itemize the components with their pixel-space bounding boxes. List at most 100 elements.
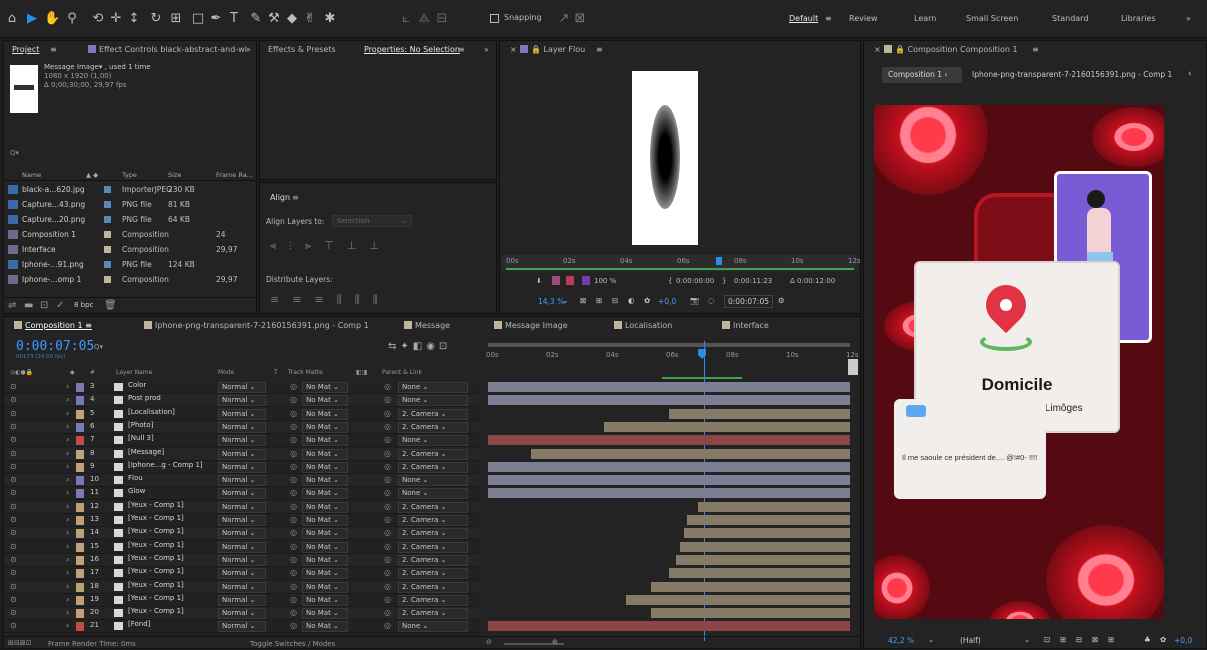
layer-name[interactable]: [Yeux - Comp 1] bbox=[128, 541, 214, 549]
project-menu-icon[interactable]: ≡ bbox=[50, 41, 57, 59]
table-row[interactable]: ⊙ › 21 [Fond] Normal ⌄ ◎ No Mat ⌄ ◎ None ⌄ bbox=[4, 620, 482, 634]
track-matte-select[interactable]: No Mat ⌄ bbox=[302, 475, 348, 487]
visibility-icon[interactable]: ⊙ bbox=[10, 568, 17, 577]
table-row[interactable]: ⊙ › 16 [Yeux - Comp 1] Normal ⌄ ◎ No Mat ⌄ ◎ 2. … bbox=[4, 553, 482, 567]
label-color-icon[interactable] bbox=[76, 502, 84, 512]
mode-select[interactable]: Normal ⌄ bbox=[218, 382, 266, 393]
expand-arrow-icon[interactable]: › bbox=[66, 515, 69, 524]
comp-viewer-close[interactable]: × bbox=[874, 41, 881, 59]
pickwhip-icon[interactable]: ◎ bbox=[384, 462, 391, 471]
track-matte-select[interactable]: No Mat ⌄ bbox=[302, 554, 348, 566]
eraser-tool-icon[interactable]: ◆ bbox=[284, 11, 300, 27]
workspace-libraries[interactable]: Libraries bbox=[1121, 14, 1156, 23]
track-matte-select[interactable]: No Mat ⌄ bbox=[302, 621, 348, 633]
visibility-icon[interactable]: ⊙ bbox=[10, 515, 17, 524]
hand-tool-icon[interactable]: ✋ bbox=[44, 11, 60, 27]
expand-arrow-icon[interactable]: › bbox=[66, 488, 69, 497]
comp-zoom-dropdown-icon[interactable]: ⌄ bbox=[928, 635, 934, 644]
track-matte-select[interactable]: No Mat ⌄ bbox=[302, 608, 348, 620]
grid-icon[interactable]: ⊞ bbox=[596, 296, 602, 305]
timeline-ruler-area[interactable]: 00s 02s 04s 06s 08s 10s 12s bbox=[484, 339, 862, 379]
show-snapshot-icon[interactable]: ◌ bbox=[708, 296, 715, 305]
breadcrumb-back-icon[interactable]: ‹ bbox=[1188, 69, 1192, 79]
expand-arrow-icon[interactable]: › bbox=[66, 555, 69, 564]
expand-arrow-icon[interactable]: › bbox=[66, 395, 69, 404]
table-row[interactable]: ⊙ › 12 [Yeux - Comp 1] Normal ⌄ ◎ No Mat ⌄ ◎ 2. … bbox=[4, 500, 482, 514]
pickwhip-icon[interactable]: ◎ bbox=[384, 621, 391, 630]
visibility-icon[interactable]: ⊙ bbox=[10, 395, 17, 404]
visibility-icon[interactable]: ⊙ bbox=[10, 621, 17, 630]
grid-guides-icon[interactable]: ⊞ bbox=[1108, 635, 1114, 644]
pickwhip-icon[interactable]: ◎ bbox=[384, 435, 391, 444]
expand-arrow-icon[interactable]: › bbox=[66, 542, 69, 551]
parent-select[interactable]: 2. Camera ⌄ bbox=[398, 608, 468, 620]
label-color-icon[interactable] bbox=[76, 529, 84, 539]
table-row[interactable]: ⊙ › 19 [Yeux - Comp 1] Normal ⌄ ◎ No Mat ⌄ ◎ 2. … bbox=[4, 593, 482, 607]
mode-select[interactable]: Normal ⌄ bbox=[218, 621, 266, 633]
layer-name[interactable]: [Yeux - Comp 1] bbox=[128, 514, 214, 522]
workspace-standard[interactable]: Standard bbox=[1052, 14, 1088, 23]
exposure-value[interactable]: +0,0 bbox=[658, 297, 676, 306]
tab-menu-icon[interactable]: ≡ bbox=[83, 321, 92, 330]
layer-name[interactable]: [Yeux - Comp 1] bbox=[128, 501, 214, 509]
track-matte-select[interactable]: No Mat ⌄ bbox=[302, 515, 348, 526]
table-row[interactable]: ⊙ › 17 [Yeux - Comp 1] Normal ⌄ ◎ No Mat ⌄ ◎ 2. … bbox=[4, 567, 482, 581]
mode-select[interactable]: Normal ⌄ bbox=[218, 421, 266, 433]
layer-duration-bar[interactable] bbox=[488, 475, 850, 486]
list-item[interactable]: Capture...20.png PNG file 64 KB bbox=[4, 213, 256, 226]
track-matte-select[interactable]: No Mat ⌄ bbox=[302, 435, 348, 447]
layer-playhead[interactable] bbox=[716, 257, 722, 265]
label-color-icon[interactable] bbox=[76, 436, 84, 446]
comp-exposure[interactable]: +0,0 bbox=[1174, 636, 1192, 645]
zoom-in-icon[interactable]: ⊕ bbox=[552, 638, 558, 646]
col-type[interactable]: Type bbox=[122, 171, 137, 179]
label-color-icon[interactable] bbox=[76, 516, 84, 525]
col-mode[interactable]: Mode bbox=[218, 369, 234, 376]
label-color-icon[interactable] bbox=[76, 462, 84, 472]
align-to-select[interactable]: Selection ⌄ bbox=[332, 215, 412, 227]
tab-properties[interactable]: Properties: No Selection bbox=[364, 41, 460, 59]
view-axis-icon[interactable]: ⊟ bbox=[434, 11, 450, 27]
layer-name[interactable]: Post prod bbox=[128, 394, 214, 402]
pickwhip-icon[interactable]: ◎ bbox=[384, 395, 391, 404]
pickwhip-icon[interactable]: ◎ bbox=[384, 422, 391, 431]
track-matte-select[interactable]: No Mat ⌄ bbox=[302, 488, 348, 500]
visibility-icon[interactable]: ⊙ bbox=[10, 409, 17, 418]
pen-icon[interactable]: ✓ bbox=[56, 300, 64, 311]
comp-menu-icon[interactable]: ≡ bbox=[1032, 41, 1039, 59]
list-item[interactable]: Interface Composition 29,97 bbox=[4, 243, 256, 256]
anchor-tool-icon[interactable]: ⊞ bbox=[168, 11, 184, 27]
track-matte-select[interactable]: No Mat ⌄ bbox=[302, 395, 348, 407]
channel-icon[interactable] bbox=[582, 276, 590, 285]
parent-select[interactable]: 2. Camera ⌄ bbox=[398, 541, 468, 553]
col-size[interactable]: Size bbox=[168, 171, 181, 179]
visibility-icon[interactable]: ⊙ bbox=[10, 542, 17, 551]
layer-name[interactable]: [Iphone...g - Comp 1] bbox=[128, 461, 214, 469]
pickwhip-icon[interactable]: ◎ bbox=[384, 488, 391, 497]
tab-project[interactable]: Project bbox=[12, 41, 39, 59]
parent-select[interactable]: 2. Camera ⌄ bbox=[398, 515, 468, 526]
label-color-icon[interactable] bbox=[76, 422, 84, 432]
exposure-reset-icon[interactable]: ✿ bbox=[644, 296, 650, 305]
timeline-tab[interactable]: Iphone-png-transparent-7-2160156391.png … bbox=[144, 317, 369, 335]
align-buttons[interactable]: ⫷⫶⫸⊤⊥⊥ bbox=[270, 239, 392, 253]
table-row[interactable]: ⊙ › 14 [Yeux - Comp 1] Normal ⌄ ◎ No Mat ⌄ ◎ 2. … bbox=[4, 527, 482, 541]
table-row[interactable]: ⊙ › 13 [Yeux - Comp 1] Normal ⌄ ◎ No Mat ⌄ ◎ 2. … bbox=[4, 514, 482, 527]
visibility-icon[interactable]: ⊙ bbox=[10, 462, 17, 471]
mode-select[interactable]: Normal ⌄ bbox=[218, 435, 266, 447]
pickwhip-icon[interactable]: ◎ bbox=[384, 608, 391, 617]
delete-icon[interactable]: 🗑 bbox=[104, 300, 117, 311]
layer-duration-bar[interactable] bbox=[488, 488, 850, 499]
out-point[interactable]: 0:00:11:23 bbox=[734, 277, 772, 285]
label-color-icon[interactable] bbox=[76, 569, 84, 579]
exposure-icon[interactable]: ✿ bbox=[1160, 635, 1166, 644]
layer-duration-bar[interactable] bbox=[679, 541, 850, 552]
orbit-camera-icon[interactable]: ⟲ bbox=[90, 11, 106, 27]
mode-select[interactable]: Normal ⌄ bbox=[218, 528, 266, 540]
timeline-search-input[interactable]: Q▾ bbox=[94, 343, 103, 351]
properties-overflow[interactable]: » bbox=[484, 41, 489, 59]
layer-menu-icon[interactable]: ≡ bbox=[596, 41, 603, 59]
parent-select[interactable]: None ⌄ bbox=[398, 488, 468, 500]
timeline-timecode[interactable]: 0:00:07:05 bbox=[16, 339, 94, 354]
shape-tool-icon[interactable]: □ bbox=[190, 11, 206, 27]
